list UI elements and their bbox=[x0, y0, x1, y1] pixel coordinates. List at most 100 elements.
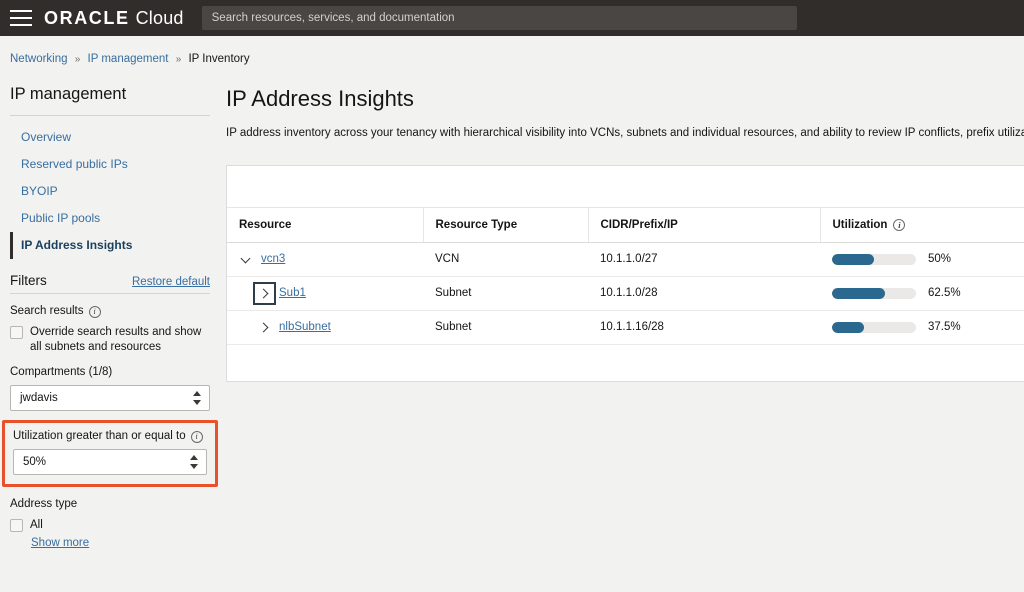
sidebar-item-ip-address-insights[interactable]: IP Address Insights bbox=[10, 232, 210, 259]
utilization-bar-track bbox=[832, 288, 916, 299]
column-header-resource-label: Resource bbox=[239, 219, 291, 231]
sidebar-item-byoip[interactable]: BYOIP bbox=[10, 178, 210, 205]
filters-heading: Filters bbox=[10, 273, 47, 288]
info-icon[interactable]: i bbox=[89, 306, 101, 318]
sidebar-title: IP management bbox=[10, 83, 210, 105]
cell-resource: nlbSubnet bbox=[227, 310, 423, 344]
column-header-resource-type-label: Resource Type bbox=[436, 219, 518, 231]
info-icon[interactable]: i bbox=[191, 431, 203, 443]
cell-resource-type: Subnet bbox=[423, 276, 588, 310]
utilization-bar-fill bbox=[832, 254, 874, 265]
utilization-bar-track bbox=[832, 254, 916, 265]
page-body: IP management Overview Reserved public I… bbox=[0, 67, 1024, 592]
ip-inventory-table: Resource Resource Type CIDR/Prefix/IP Ut… bbox=[227, 208, 1024, 345]
compartments-select[interactable]: jwdavis bbox=[10, 385, 210, 411]
restore-default-link[interactable]: Restore default bbox=[132, 276, 210, 288]
ip-inventory-table-card: Resource Resource Type CIDR/Prefix/IP Ut… bbox=[226, 165, 1024, 382]
cell-cidr: 10.1.1.0/28 bbox=[588, 276, 820, 310]
cell-resource-type: VCN bbox=[423, 242, 588, 276]
table-footer bbox=[227, 345, 1024, 381]
utilization-threshold-select[interactable]: 50% bbox=[13, 449, 207, 475]
utilization-label-row: Utilization greater than or equal to i bbox=[13, 429, 207, 444]
column-header-utilization[interactable]: Utilization i bbox=[820, 208, 1024, 242]
brand-cloud-text: Cloud bbox=[136, 8, 184, 29]
chevron-down-icon[interactable] bbox=[239, 252, 254, 267]
table-toolbar bbox=[227, 166, 1024, 208]
filter-search-results: Search results i Override search results… bbox=[10, 304, 210, 355]
chevron-right-icon[interactable] bbox=[257, 286, 272, 301]
sidebar-nav: Overview Reserved public IPs BYOIP Publi… bbox=[10, 124, 210, 259]
breadcrumb-item-networking[interactable]: Networking bbox=[10, 53, 68, 65]
chevron-right-icon[interactable] bbox=[257, 320, 272, 335]
compartments-label: Compartments (1/8) bbox=[10, 365, 210, 380]
global-header: ORACLE Cloud bbox=[0, 0, 1024, 36]
search-results-label: Search results bbox=[10, 304, 84, 319]
stepper-icon[interactable] bbox=[192, 391, 201, 405]
filters-header: Filters Restore default bbox=[10, 273, 210, 294]
column-header-resource-type[interactable]: Resource Type bbox=[423, 208, 588, 242]
breadcrumb-separator: » bbox=[176, 54, 182, 65]
stepper-icon[interactable] bbox=[189, 455, 198, 469]
filter-utilization: Utilization greater than or equal to i 5… bbox=[13, 429, 207, 475]
utilization-bar-track bbox=[832, 322, 916, 333]
cell-resource-type: Subnet bbox=[423, 310, 588, 344]
address-type-all-label: All bbox=[30, 518, 43, 533]
resource-link[interactable]: Sub1 bbox=[279, 287, 306, 299]
info-icon[interactable]: i bbox=[893, 219, 905, 231]
utilization-percent-label: 50% bbox=[928, 253, 951, 265]
column-header-cidr-label: CIDR/Prefix/IP bbox=[601, 219, 678, 231]
main-content: IP Address Insights IP address inventory… bbox=[220, 67, 1024, 382]
sidebar-item-overview[interactable]: Overview bbox=[10, 124, 210, 151]
table-row[interactable]: nlbSubnet Subnet10.1.1.16/28 37.5% bbox=[227, 310, 1024, 344]
override-search-results-label: Override search results and show all sub… bbox=[30, 325, 210, 355]
sidebar: IP management Overview Reserved public I… bbox=[0, 67, 220, 551]
address-type-all-row[interactable]: All bbox=[10, 518, 210, 533]
resource-link[interactable]: vcn3 bbox=[261, 253, 285, 265]
utilization-percent-label: 62.5% bbox=[928, 287, 961, 299]
address-type-label: Address type bbox=[10, 497, 210, 512]
cell-utilization: 50% bbox=[820, 242, 1024, 276]
breadcrumb-separator: » bbox=[75, 54, 81, 65]
override-search-results-checkbox[interactable] bbox=[10, 326, 23, 339]
breadcrumb-item-ip-management[interactable]: IP management bbox=[88, 53, 169, 65]
table-header: Resource Resource Type CIDR/Prefix/IP Ut… bbox=[227, 208, 1024, 242]
breadcrumb-item-ip-inventory: IP Inventory bbox=[188, 53, 249, 65]
sidebar-divider bbox=[10, 115, 210, 116]
sidebar-item-reserved-public-ips[interactable]: Reserved public IPs bbox=[10, 151, 210, 178]
utilization-percent-label: 37.5% bbox=[928, 321, 961, 333]
hamburger-icon[interactable] bbox=[10, 10, 32, 26]
compartments-value: jwdavis bbox=[20, 392, 58, 404]
filter-compartments: Compartments (1/8) jwdavis bbox=[10, 365, 210, 411]
oracle-cloud-logo[interactable]: ORACLE Cloud bbox=[44, 8, 184, 29]
override-search-results-row[interactable]: Override search results and show all sub… bbox=[10, 325, 210, 355]
utilization-bar-fill bbox=[832, 322, 864, 333]
cell-utilization: 37.5% bbox=[820, 310, 1024, 344]
brand-oracle-text: ORACLE bbox=[44, 8, 130, 29]
utilization-bar-fill bbox=[832, 288, 885, 299]
address-type-all-checkbox[interactable] bbox=[10, 519, 23, 532]
column-header-utilization-label: Utilization bbox=[833, 219, 888, 231]
utilization-threshold-value: 50% bbox=[23, 456, 46, 468]
cell-resource: Sub1 bbox=[227, 276, 423, 310]
table-header-row: Resource Resource Type CIDR/Prefix/IP Ut… bbox=[227, 208, 1024, 242]
cell-cidr: 10.1.1.0/27 bbox=[588, 242, 820, 276]
breadcrumb: Networking » IP management » IP Inventor… bbox=[0, 36, 1024, 67]
utilization-label: Utilization greater than or equal to bbox=[13, 429, 186, 444]
page-description: IP address inventory across your tenancy… bbox=[226, 125, 1024, 141]
table-body: vcn3 VCN10.1.1.0/27 50% Sub1 Subnet10.1.1.0/… bbox=[227, 242, 1024, 344]
utilization-filter-highlight: Utilization greater than or equal to i 5… bbox=[2, 420, 218, 487]
column-header-cidr[interactable]: CIDR/Prefix/IP bbox=[588, 208, 820, 242]
show-more-link[interactable]: Show more bbox=[31, 537, 89, 549]
cell-resource: vcn3 bbox=[227, 242, 423, 276]
filter-address-type: Address type All Show more bbox=[10, 497, 210, 551]
cell-cidr: 10.1.1.16/28 bbox=[588, 310, 820, 344]
global-search-input[interactable] bbox=[202, 6, 797, 30]
cell-utilization: 62.5% bbox=[820, 276, 1024, 310]
resource-link[interactable]: nlbSubnet bbox=[279, 321, 331, 333]
sidebar-item-public-ip-pools[interactable]: Public IP pools bbox=[10, 205, 210, 232]
page-title: IP Address Insights bbox=[226, 85, 1024, 113]
table-row[interactable]: vcn3 VCN10.1.1.0/27 50% bbox=[227, 242, 1024, 276]
column-header-resource[interactable]: Resource bbox=[227, 208, 423, 242]
search-results-label-row: Search results i bbox=[10, 304, 210, 319]
table-row[interactable]: Sub1 Subnet10.1.1.0/28 62.5% bbox=[227, 276, 1024, 310]
